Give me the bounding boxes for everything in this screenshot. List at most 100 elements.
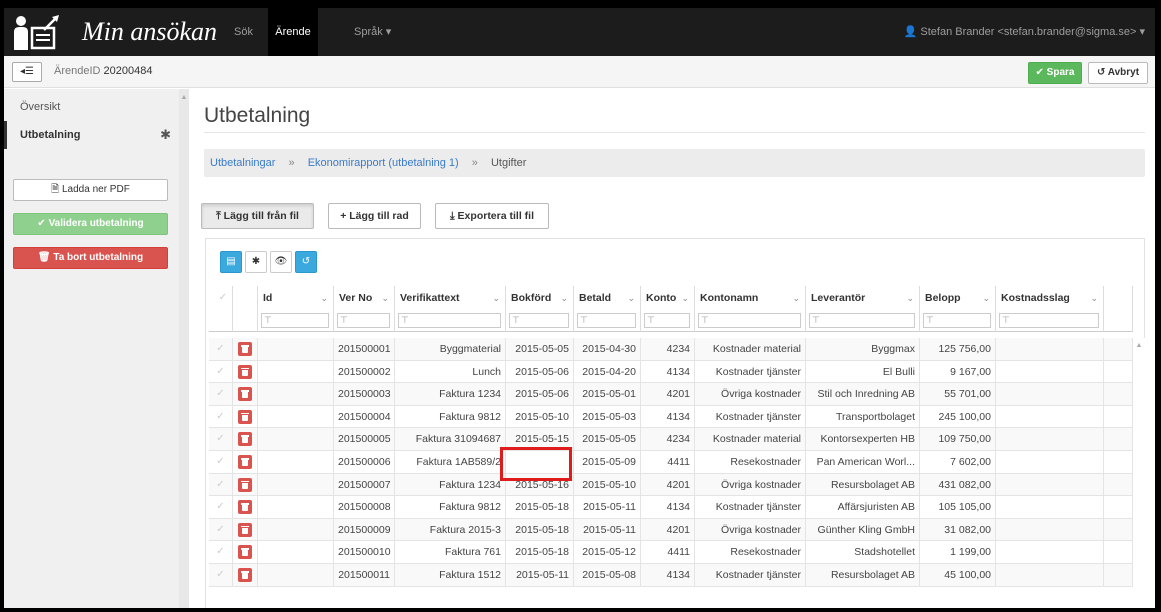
cell-check[interactable]: ✓ — [209, 428, 233, 451]
chevron-down-icon[interactable]: ⌄ — [1090, 286, 1098, 310]
cell-del[interactable] — [233, 518, 258, 541]
cell-del[interactable] — [233, 473, 258, 496]
chevron-down-icon[interactable]: ⌄ — [792, 286, 800, 310]
cell-del[interactable] — [233, 541, 258, 564]
filter-input-verno[interactable]: ⊤ — [337, 313, 390, 328]
filter-input-betald[interactable]: ⊤ — [577, 313, 636, 328]
cell-verno: 201500002 — [334, 360, 395, 383]
column-header-kostnad[interactable]: Kostnadsslag ⌄ — [996, 286, 1104, 310]
cell-del[interactable] — [233, 451, 258, 473]
table-row: ✓ 201500006 Faktura 1AB589/2 2015-05-09 4411… — [209, 451, 1133, 474]
column-header-kontonamn[interactable]: Kontonamn ⌄ — [695, 286, 806, 310]
cell-check[interactable]: ✓ — [209, 383, 233, 406]
trash-icon[interactable] — [238, 568, 252, 582]
sidebar-toggle-button[interactable]: ◂☰ — [12, 62, 42, 82]
cell-bokford: 2015-05-06 — [506, 383, 574, 406]
sidebar-item-utbetalning[interactable]: Utbetalning ✱ — [4, 121, 179, 149]
chevron-down-icon[interactable]: ⌄ — [492, 286, 500, 310]
filter-input-kostnad[interactable]: ⊤ — [999, 313, 1099, 328]
chevron-down-icon[interactable]: ⌄ — [320, 286, 328, 310]
breadcrumb-utbetalningar[interactable]: Utbetalningar — [210, 157, 275, 169]
filter-input-kontonamn[interactable]: ⊤ — [698, 313, 801, 328]
cell-text: Faktura 9812 — [395, 496, 506, 519]
scroll-up-icon[interactable]: ▲ — [180, 94, 188, 101]
filter-input-konto[interactable]: ⊤ — [644, 313, 690, 328]
column-header-leverantor[interactable]: Leverantör ⌄ — [806, 286, 920, 310]
nav-sok[interactable]: Sök — [234, 8, 253, 56]
chevron-down-icon[interactable]: ⌄ — [681, 286, 689, 310]
export-to-file-button[interactable]: ⤓ Exportera till fil — [435, 203, 549, 229]
cell-text: Faktura 9812 — [395, 405, 506, 428]
trash-icon[interactable] — [238, 500, 252, 515]
column-header-betald[interactable]: Betald ⌄ — [574, 286, 641, 310]
cell-del[interactable] — [233, 496, 258, 519]
cell-kontonamn: Övriga kostnader — [695, 473, 806, 496]
column-header-konto[interactable]: Konto ⌄ — [641, 286, 695, 310]
grid-scrollbar[interactable]: ▲ — [1133, 338, 1145, 608]
cell-check[interactable]: ✓ — [209, 338, 233, 360]
eye-icon[interactable]: 👁 — [270, 251, 292, 273]
scroll-up-icon[interactable]: ▲ — [1133, 342, 1145, 349]
column-header-text[interactable]: Verifikattext ⌄ — [395, 286, 506, 310]
trash-icon[interactable] — [238, 342, 252, 356]
cancel-button[interactable]: ↺ Avbryt — [1088, 62, 1148, 84]
column-header-bokford[interactable]: Bokförd ⌄ — [506, 286, 574, 310]
chevron-down-icon[interactable]: ⌄ — [982, 286, 990, 310]
cell-check[interactable]: ✓ — [209, 518, 233, 541]
column-header-id[interactable]: Id ⌄ — [258, 286, 334, 310]
user-menu[interactable]: 👤 Stefan Brander <stefan.brander@sigma.s… — [904, 8, 1145, 56]
save-button[interactable]: ✔ Spara — [1028, 62, 1082, 84]
cell-del[interactable] — [233, 360, 258, 383]
column-header-belopp[interactable]: Belopp ⌄ — [920, 286, 996, 310]
filter-input-text[interactable]: ⊤ — [398, 313, 501, 328]
cell-check[interactable]: ✓ — [209, 360, 233, 383]
add-from-file-button[interactable]: ⤒ Lägg till från fil — [201, 203, 314, 229]
cell-check[interactable]: ✓ — [209, 541, 233, 564]
sidebar-item-oversikt[interactable]: Översikt — [4, 93, 179, 121]
add-row-button[interactable]: + Lägg till rad — [328, 203, 421, 229]
cell-check[interactable]: ✓ — [209, 473, 233, 496]
trash-icon[interactable] — [238, 477, 252, 492]
cell-del[interactable] — [233, 405, 258, 428]
cell-check[interactable]: ✓ — [209, 405, 233, 428]
grid-toolbar: ▤ ✱ 👁 ↺ — [220, 251, 320, 273]
trash-icon[interactable] — [238, 522, 252, 537]
sidebar-scrollbar[interactable]: ▲ — [179, 89, 189, 608]
nav-arende[interactable]: Ärende — [268, 8, 318, 56]
trash-icon[interactable] — [238, 455, 252, 469]
trash-icon[interactable] — [238, 409, 252, 424]
columns-icon[interactable]: ▤ — [220, 251, 242, 273]
trash-icon[interactable] — [238, 432, 252, 447]
filter-input-leverantor[interactable]: ⊤ — [809, 313, 915, 328]
cell-text: Faktura 761 — [395, 541, 506, 564]
chevron-down-icon[interactable]: ⌄ — [906, 286, 914, 310]
filter-input-bokford[interactable]: ⊤ — [509, 313, 569, 328]
download-pdf-button[interactable]: 🗎 Ladda ner PDF — [13, 179, 168, 201]
cell-del[interactable] — [233, 338, 258, 360]
cell-del[interactable] — [233, 428, 258, 451]
cell-del[interactable] — [233, 564, 258, 586]
chevron-down-icon[interactable]: ⌄ — [627, 286, 635, 310]
brand[interactable]: Min ansökan — [12, 14, 217, 50]
cell-check[interactable]: ✓ — [209, 496, 233, 519]
cell-del[interactable] — [233, 383, 258, 406]
nav-sprak-dropdown[interactable]: Språk ▾ — [354, 8, 391, 56]
filter-input-belopp[interactable]: ⊤ — [923, 313, 991, 328]
trash-icon[interactable] — [238, 387, 252, 402]
breadcrumb-ekonomirapport[interactable]: Ekonomirapport (utbetalning 1) — [308, 157, 459, 169]
refresh-icon[interactable]: ↺ — [295, 251, 317, 273]
column-header-verno[interactable]: Ver No ⌄ — [334, 286, 395, 310]
delete-payment-button[interactable]: 🗑 Ta bort utbetalning — [13, 247, 168, 269]
trash-icon[interactable] — [238, 364, 252, 379]
cell-check[interactable]: ✓ — [209, 451, 233, 473]
check-icon[interactable]: ✓ — [214, 286, 232, 310]
chevron-down-icon[interactable]: ⌄ — [560, 286, 568, 310]
cell-check[interactable]: ✓ — [209, 564, 233, 586]
filter-input-id[interactable]: ⊤ — [261, 313, 329, 328]
validate-payment-button[interactable]: ✔ Validera utbetalning — [13, 213, 168, 235]
chevron-down-icon[interactable]: ⌄ — [381, 286, 389, 310]
trash-icon[interactable] — [238, 545, 252, 560]
cell-text: Faktura 1234 — [395, 473, 506, 496]
cell-kontonamn: Resekostnader — [695, 541, 806, 564]
asterisk-icon[interactable]: ✱ — [245, 251, 267, 273]
